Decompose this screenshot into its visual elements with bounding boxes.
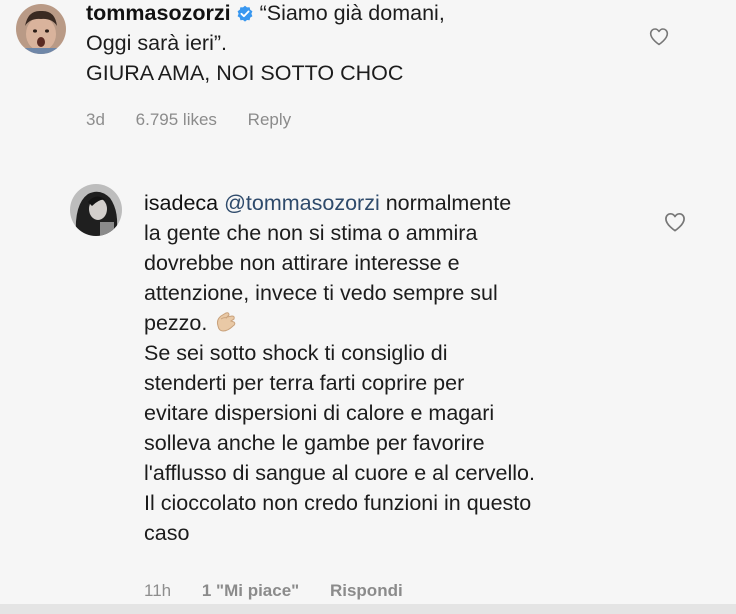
clapping-hands-emoji	[217, 312, 236, 332]
comment-2-line-6: Se sei sotto shock ti consiglio di	[144, 341, 448, 365]
comment-1-line-3: GIURA AMA, NOI SOTTO CHOC	[86, 61, 404, 85]
comment-2-line-11: Il cioccolato non credo funzioni in ques…	[144, 491, 532, 515]
comment-2-body: isadeca @tommasozorzi normalmente la gen…	[144, 188, 535, 548]
avatar-isadeca[interactable]	[70, 184, 122, 236]
comment-2-text-line-5: pezzo.	[144, 311, 208, 335]
comment-2-line-4: attenzione, invece ti vedo sempre sul	[144, 281, 498, 305]
comment-2-line-10: l'afflusso di sangue al cuore e al cerve…	[144, 461, 535, 485]
comment-2-line-1: isadeca @tommasozorzi normalmente	[144, 188, 535, 218]
heart-outline-icon[interactable]	[649, 27, 669, 46]
comment-1-text-line-1: “Siamo già domani,	[259, 1, 445, 25]
username-isadeca[interactable]: isadeca	[144, 191, 218, 215]
comment-1-likes[interactable]: 6.795 likes	[136, 110, 217, 129]
comment-1-meta: 3d 6.795 likes Reply	[86, 110, 317, 130]
username-tommasozorzi[interactable]: tommasozorzi	[86, 1, 231, 25]
comment-1-line-2: Oggi sarà ieri”.	[86, 31, 227, 55]
comment-2-likes[interactable]: 1 "Mi piace"	[202, 581, 299, 600]
comment-2-line-9: solleva anche le gambe per favorire	[144, 431, 485, 455]
comment-2-line-12: caso	[144, 521, 190, 545]
comment-2-line-5: pezzo.	[144, 308, 535, 338]
comment-1-time: 3d	[86, 110, 105, 129]
comment-2-line-3: dovrebbe non attirare interesse e	[144, 251, 460, 275]
comment-2-meta: 11h 1 "Mi piace" Rispondi	[144, 581, 429, 601]
comment-2-time: 11h	[144, 581, 172, 600]
comment-2-line-8: evitare dispersioni di calore e magari	[144, 401, 495, 425]
reply-button[interactable]: Rispondi	[330, 581, 403, 600]
comment-2-line-2: la gente che non si stima o ammira	[144, 221, 478, 245]
heart-outline-icon[interactable]	[664, 212, 686, 232]
comment-2-text-line-1: normalmente	[385, 191, 512, 215]
avatar-tommasozorzi[interactable]	[16, 4, 66, 54]
mention-link[interactable]: @tommasozorzi	[224, 191, 380, 215]
comment-1-line-1: tommasozorzi “Siamo già domani,	[86, 0, 445, 28]
bottom-divider	[0, 604, 736, 614]
verified-badge-icon	[237, 5, 252, 22]
comment-2-line-7: stenderti per terra farti coprire per	[144, 371, 465, 395]
comment-1-body: tommasozorzi “Siamo già domani, Oggi sarà…	[86, 0, 445, 88]
reply-button[interactable]: Reply	[248, 110, 291, 129]
